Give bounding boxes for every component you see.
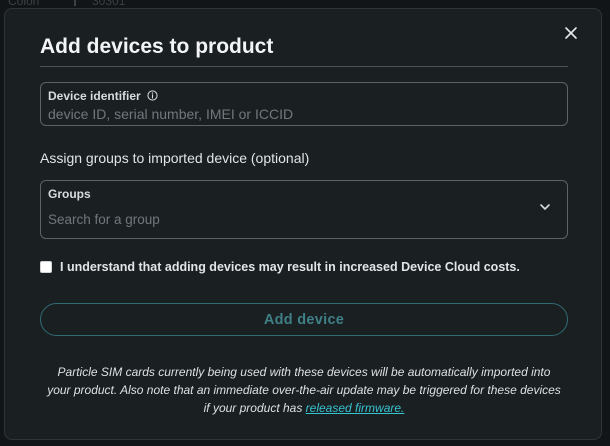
modal-title: Add devices to product: [40, 35, 274, 58]
device-identifier-input[interactable]: [48, 105, 538, 123]
groups-field: Groups: [40, 180, 568, 239]
close-icon: [565, 27, 577, 39]
cost-acknowledgement-label[interactable]: I understand that adding devices may res…: [60, 260, 520, 274]
cost-acknowledgement-checkbox[interactable]: [40, 261, 52, 273]
background-text: 30301: [92, 0, 126, 8]
title-divider: [40, 66, 568, 67]
groups-dropdown-toggle[interactable]: [537, 199, 553, 215]
add-device-button[interactable]: Add device: [40, 303, 568, 336]
background-text: Colon: [8, 0, 40, 8]
add-devices-modal: Add devices to product Device identifier…: [4, 8, 602, 440]
import-note: Particle SIM cards currently being used …: [45, 363, 563, 417]
groups-search-input[interactable]: [48, 210, 538, 228]
groups-section-label: Assign groups to imported device (option…: [40, 150, 310, 166]
groups-label: Groups: [48, 187, 91, 201]
cost-acknowledgement-row: I understand that adding devices may res…: [40, 260, 520, 274]
device-identifier-label-wrap: Device identifier: [48, 89, 158, 103]
background-divider: [74, 0, 76, 6]
device-identifier-field: Device identifier: [40, 82, 568, 126]
released-firmware-link[interactable]: released firmware.: [306, 401, 405, 415]
import-note-text: Particle SIM cards currently being used …: [47, 365, 561, 415]
close-button[interactable]: [561, 23, 581, 43]
chevron-down-icon: [540, 204, 550, 210]
device-identifier-label: Device identifier: [48, 89, 141, 103]
info-icon[interactable]: [147, 90, 158, 101]
